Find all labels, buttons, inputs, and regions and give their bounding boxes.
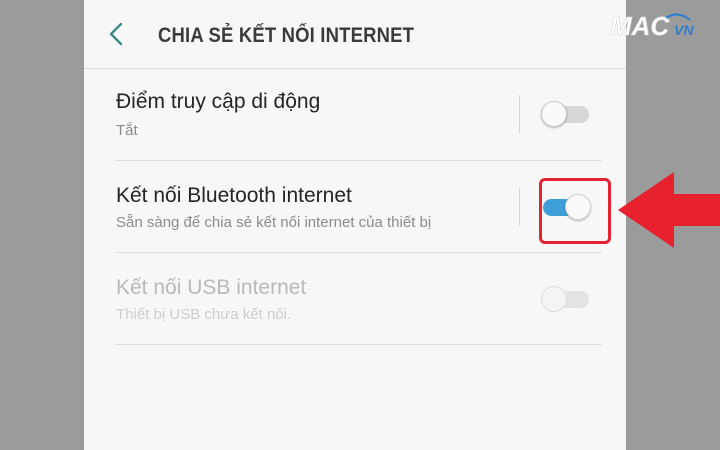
vertical-divider [519, 95, 520, 133]
svg-text:MAC: MAC [610, 11, 670, 41]
watermark-logo: MAC VN [610, 11, 695, 42]
usb-tethering-toggle [541, 286, 591, 312]
setting-row-bluetooth-tethering[interactable]: Kết nối Bluetooth internet Sẵn sàng để c… [116, 161, 602, 253]
red-arrow-left-icon [618, 172, 720, 248]
setting-row-mobile-hotspot[interactable]: Điểm truy cập di động Tắt [116, 68, 602, 161]
page-title: CHIA SẺ KẾT NỐI INTERNET [158, 24, 415, 47]
svg-text:VN: VN [674, 22, 694, 38]
mobile-hotspot-toggle[interactable] [541, 101, 591, 127]
setting-title: Kết nối USB internet [116, 276, 307, 299]
setting-subtitle: Thiết bị USB chưa kết nối. [116, 306, 292, 323]
setting-title: Kết nối Bluetooth internet [116, 184, 352, 207]
setting-title: Điểm truy cập di động [116, 90, 321, 113]
chevron-left-icon [109, 22, 123, 46]
app-bar: CHIA SẺ KẾT NỐI INTERNET [84, 0, 626, 69]
toggle-thumb [541, 286, 567, 312]
highlight-box [539, 178, 611, 244]
setting-subtitle: Tắt [116, 122, 138, 139]
setting-row-usb-tethering: Kết nối USB internet Thiết bị USB chưa k… [116, 253, 602, 345]
toggle-thumb [541, 101, 567, 127]
vertical-divider [519, 188, 520, 226]
back-button[interactable] [102, 20, 130, 48]
setting-subtitle: Sẵn sàng để chia sẻ kết nối internet của… [116, 214, 432, 231]
